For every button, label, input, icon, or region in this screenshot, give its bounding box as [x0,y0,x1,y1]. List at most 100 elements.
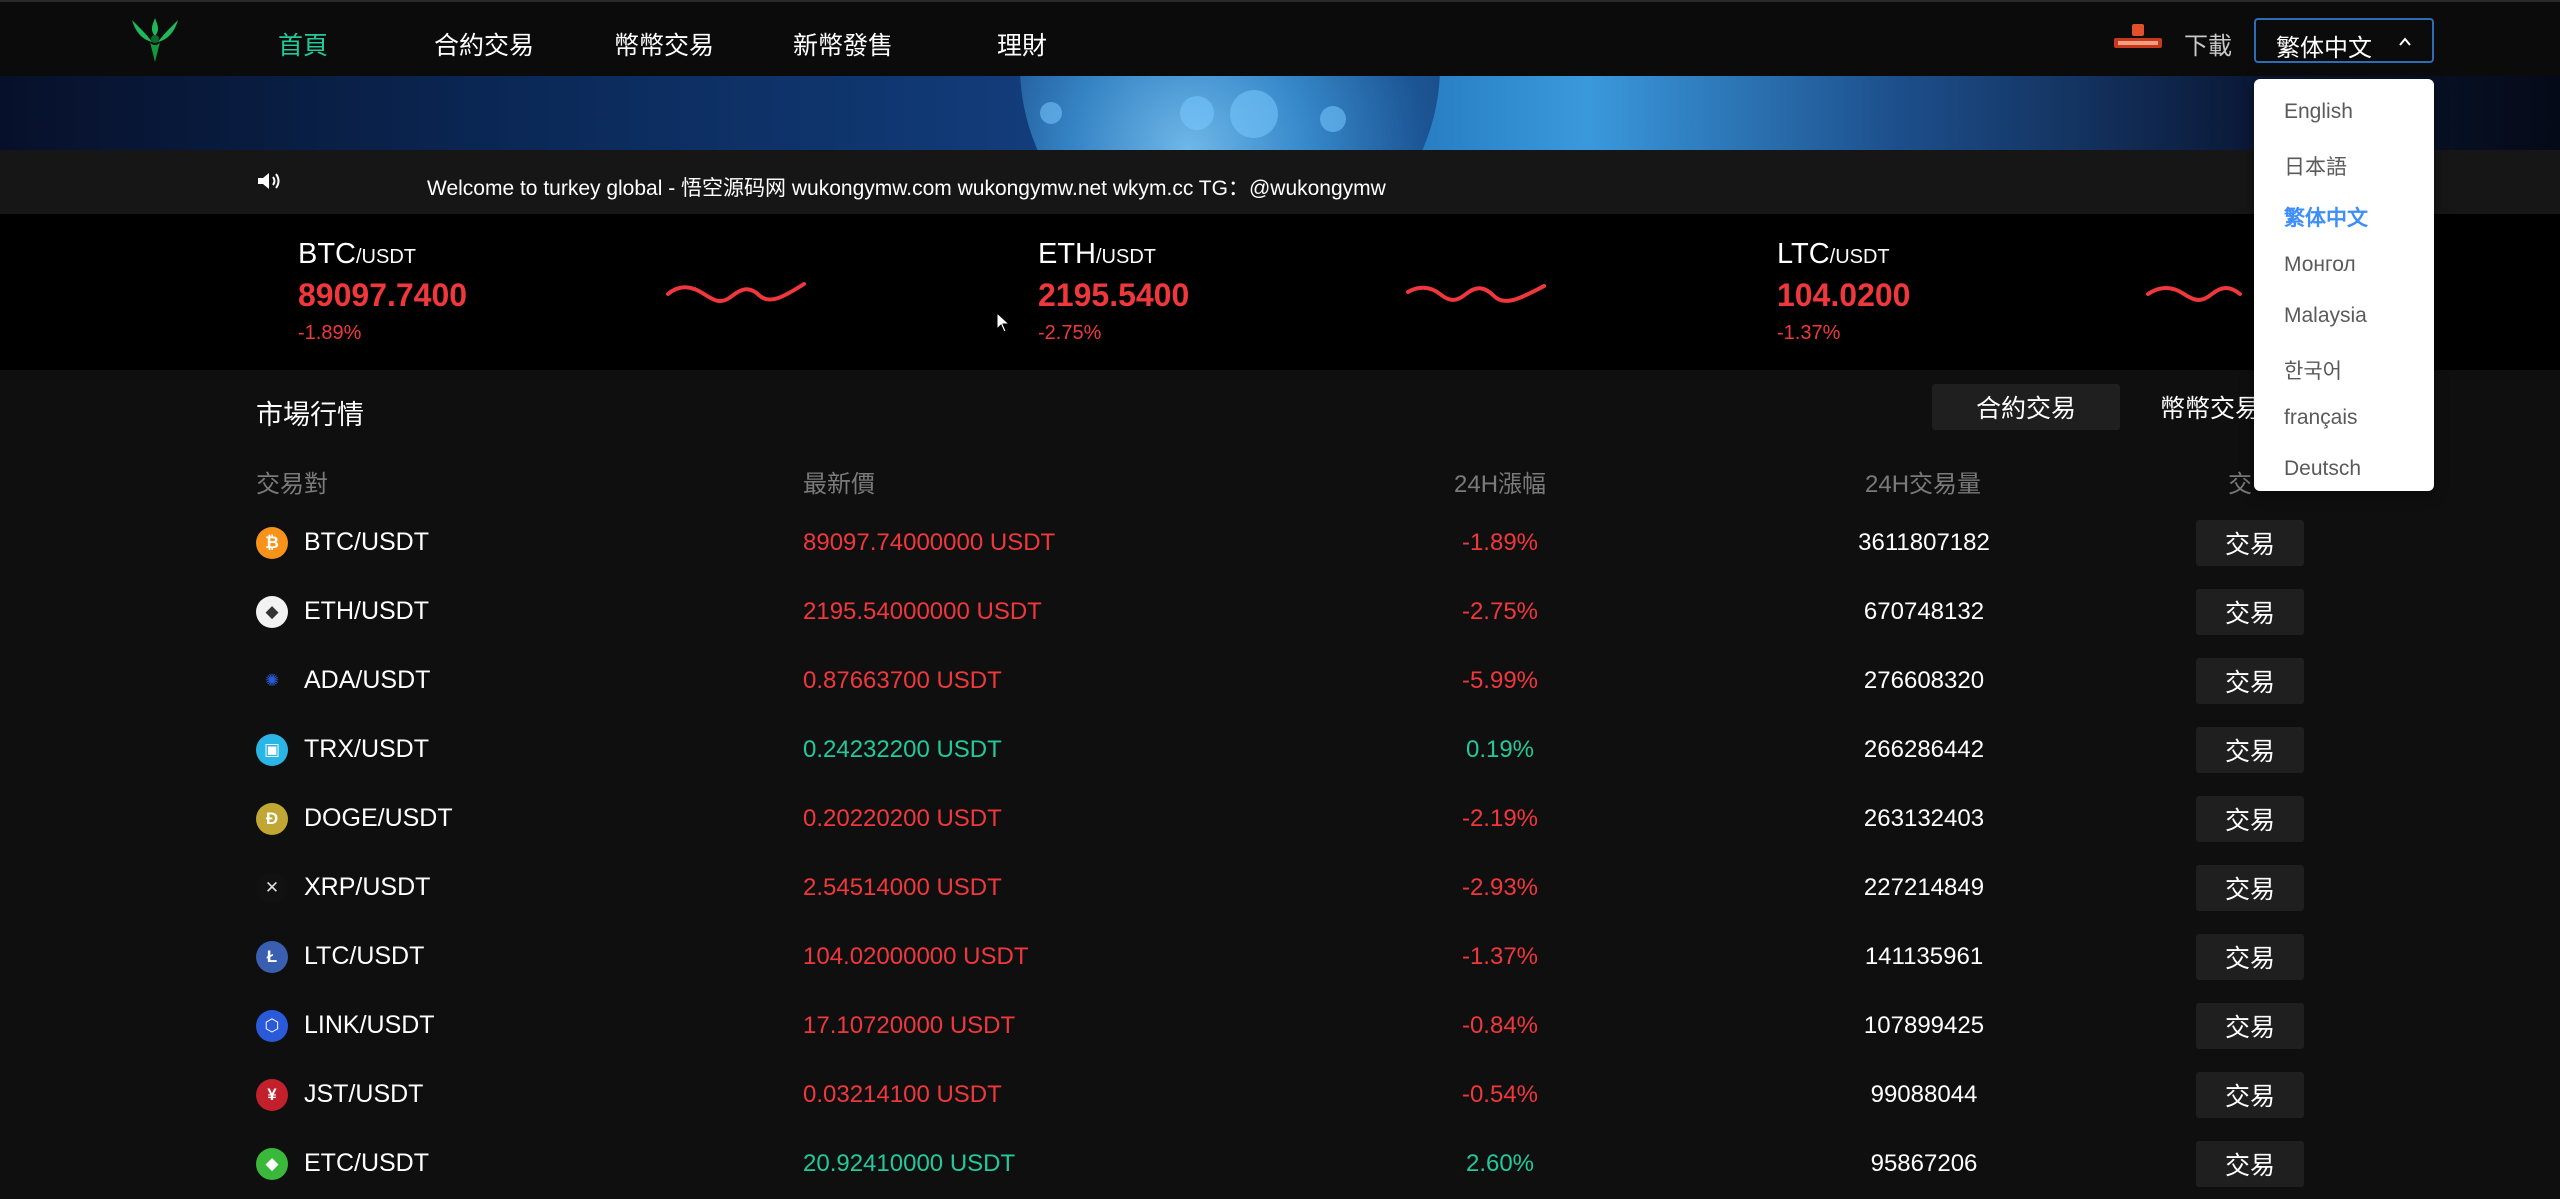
table-row[interactable]: ₿ BTC/USDT 89097.74000000 USDT -1.89% 361180… [0,509,2560,578]
btc-icon: ₿ [256,527,288,559]
language-option-korean[interactable]: 한국어 [2284,355,2342,385]
jst-icon: ¥ [256,1079,288,1111]
language-option-french[interactable]: français [2284,406,2358,430]
row-last-price: 104.02000000 USDT [803,943,1029,970]
tab-contract-trade[interactable]: 合約交易 [1932,384,2120,430]
row-24h-volume: 266286442 [1863,736,1985,763]
sparkline-eth [1406,284,1546,303]
ticker-pair: ETH/USDT [1038,238,1156,270]
language-option-japanese[interactable]: 日本語 [2284,151,2347,181]
row-24h-change: -1.37% [1461,943,1539,970]
row-24h-volume: 263132403 [1863,805,1985,832]
ticker-pair: LTC/USDT [1777,238,1890,270]
row-pair: ADA/USDT [304,666,431,694]
table-row[interactable]: ◆ ETH/USDT 2195.54000000 USDT -2.75% 6707481… [0,578,2560,647]
row-24h-volume: 227214849 [1863,874,1985,901]
table-row[interactable]: ⬡ LINK/USDT 17.10720000 USDT -0.84% 10789942… [0,992,2560,1061]
trade-button[interactable]: 交易 [2196,727,2304,773]
row-last-price: 89097.74000000 USDT [803,529,1056,556]
download-link[interactable]: 下載 [2184,26,2232,61]
trade-button[interactable]: 交易 [2196,1003,2304,1049]
row-24h-change: 0.19% [1465,736,1535,763]
eth-icon: ◆ [256,596,288,628]
trade-button[interactable]: 交易 [2196,865,2304,911]
promo-badge-icon[interactable] [2112,24,2164,54]
mouse-cursor-icon [996,312,1010,333]
trade-button[interactable]: 交易 [2196,658,2304,704]
column-header-24h-volume: 24H交易量 [1865,471,1982,498]
column-header-last-price: 最新價 [803,471,875,498]
language-option-german[interactable]: Deutsch [2284,457,2361,481]
row-last-price: 0.24232200 USDT [803,736,1002,763]
trade-button[interactable]: 交易 [2196,796,2304,842]
phoenix-logo[interactable] [128,12,182,66]
trade-button[interactable]: 交易 [2196,589,2304,635]
row-pair: XRP/USDT [304,873,431,901]
language-option-english[interactable]: English [2284,100,2353,124]
ltc-icon: Ł [256,941,288,973]
row-pair: TRX/USDT [304,735,429,763]
nav-new-coin-offering[interactable]: 新幣發售 [793,26,893,62]
banner-orb [1320,106,1346,132]
row-last-price: 2.54514000 USDT [803,874,1002,901]
ticker-strip: BTC/USDT 89097.7400 -1.89% ETH/USDT 2195… [0,214,2560,370]
row-last-price: 0.87663700 USDT [803,667,1002,694]
nav-contract-trade[interactable]: 合約交易 [434,26,534,62]
ticker-pair: BTC/USDT [298,238,416,270]
table-row[interactable]: Ł LTC/USDT 104.02000000 USDT -1.37% 14113596… [0,923,2560,992]
row-pair: ETC/USDT [304,1149,429,1177]
row-24h-change: 2.60% [1465,1150,1535,1177]
row-last-price: 0.20220200 USDT [803,805,1002,832]
notice-text: Welcome to turkey global - 悟空源码网 wukongy… [427,177,1386,200]
nav-home[interactable]: 首頁 [278,26,328,62]
hero-banner [0,76,2560,150]
trade-button[interactable]: 交易 [2196,1141,2304,1187]
column-header-action: 交 [2228,471,2252,498]
row-24h-change: -0.84% [1461,1012,1539,1039]
row-pair: BTC/USDT [304,528,429,556]
nav-finance[interactable]: 理財 [997,26,1047,62]
table-row[interactable]: Ð DOGE/USDT 0.20220200 USDT -2.19% 263132403… [0,785,2560,854]
banner-orb [1230,90,1278,138]
ticker-ltc[interactable]: LTC/USDT 104.0200 -1.37% [1777,238,1910,345]
row-24h-volume: 276608320 [1863,667,1985,694]
row-24h-volume: 107899425 [1863,1012,1985,1039]
table-row[interactable]: ▣ TRX/USDT 0.24232200 USDT 0.19% 266286442 交易 [0,716,2560,785]
nav-spot-trade[interactable]: 幣幣交易 [614,26,714,62]
chevron-up-icon [2399,37,2411,46]
banner-orb [1040,102,1062,124]
top-header: 首頁 合約交易 幣幣交易 新幣發售 理財 下載 繁体中文 [0,0,2560,76]
language-option-mongolian[interactable]: Монгол [2284,253,2356,277]
table-row[interactable]: ✺ ADA/USDT 0.87663700 USDT -5.99% 276608320 交… [0,647,2560,716]
row-24h-change: -2.93% [1461,874,1539,901]
row-pair: ETH/USDT [304,597,429,625]
doge-icon: Ð [256,803,288,835]
trade-button[interactable]: 交易 [2196,520,2304,566]
language-option-traditional-chinese[interactable]: 繁体中文 [2284,202,2368,232]
trade-button[interactable]: 交易 [2196,934,2304,980]
table-row[interactable]: ¥ JST/USDT 0.03214100 USDT -0.54% 99088044 交易 [0,1061,2560,1130]
ticker-change: -1.89% [298,322,362,344]
ticker-price: 104.0200 [1777,277,1911,313]
row-last-price: 20.92410000 USDT [803,1150,1016,1177]
row-pair: LINK/USDT [304,1011,435,1039]
etc-icon: ◆ [256,1148,288,1180]
column-header-pair: 交易對 [256,471,328,498]
row-24h-volume: 3611807182 [1858,529,1990,556]
language-option-malay[interactable]: Malaysia [2284,304,2367,328]
ticker-eth[interactable]: ETH/USDT 2195.5400 -2.75% [1038,238,1189,345]
market-title: 市場行情 [256,400,364,430]
row-24h-change: -2.19% [1461,805,1539,832]
ticker-btc[interactable]: BTC/USDT 89097.7400 -1.89% [298,238,467,345]
row-pair: JST/USDT [304,1080,424,1108]
table-row[interactable]: ◆ ETC/USDT 20.92410000 USDT 2.60% 95867206 交易 [0,1130,2560,1199]
language-select[interactable]: 繁体中文 [2254,18,2434,63]
table-row[interactable]: ✕ XRP/USDT 2.54514000 USDT -2.93% 227214849 交… [0,854,2560,923]
row-last-price: 0.03214100 USDT [803,1081,1002,1108]
row-24h-volume: 141135961 [1864,943,1984,970]
trade-button[interactable]: 交易 [2196,1072,2304,1118]
row-24h-change: -5.99% [1461,667,1539,694]
row-24h-volume: 95867206 [1870,1150,1978,1177]
ticker-change: -2.75% [1038,322,1102,344]
row-24h-change: -1.89% [1461,529,1539,556]
